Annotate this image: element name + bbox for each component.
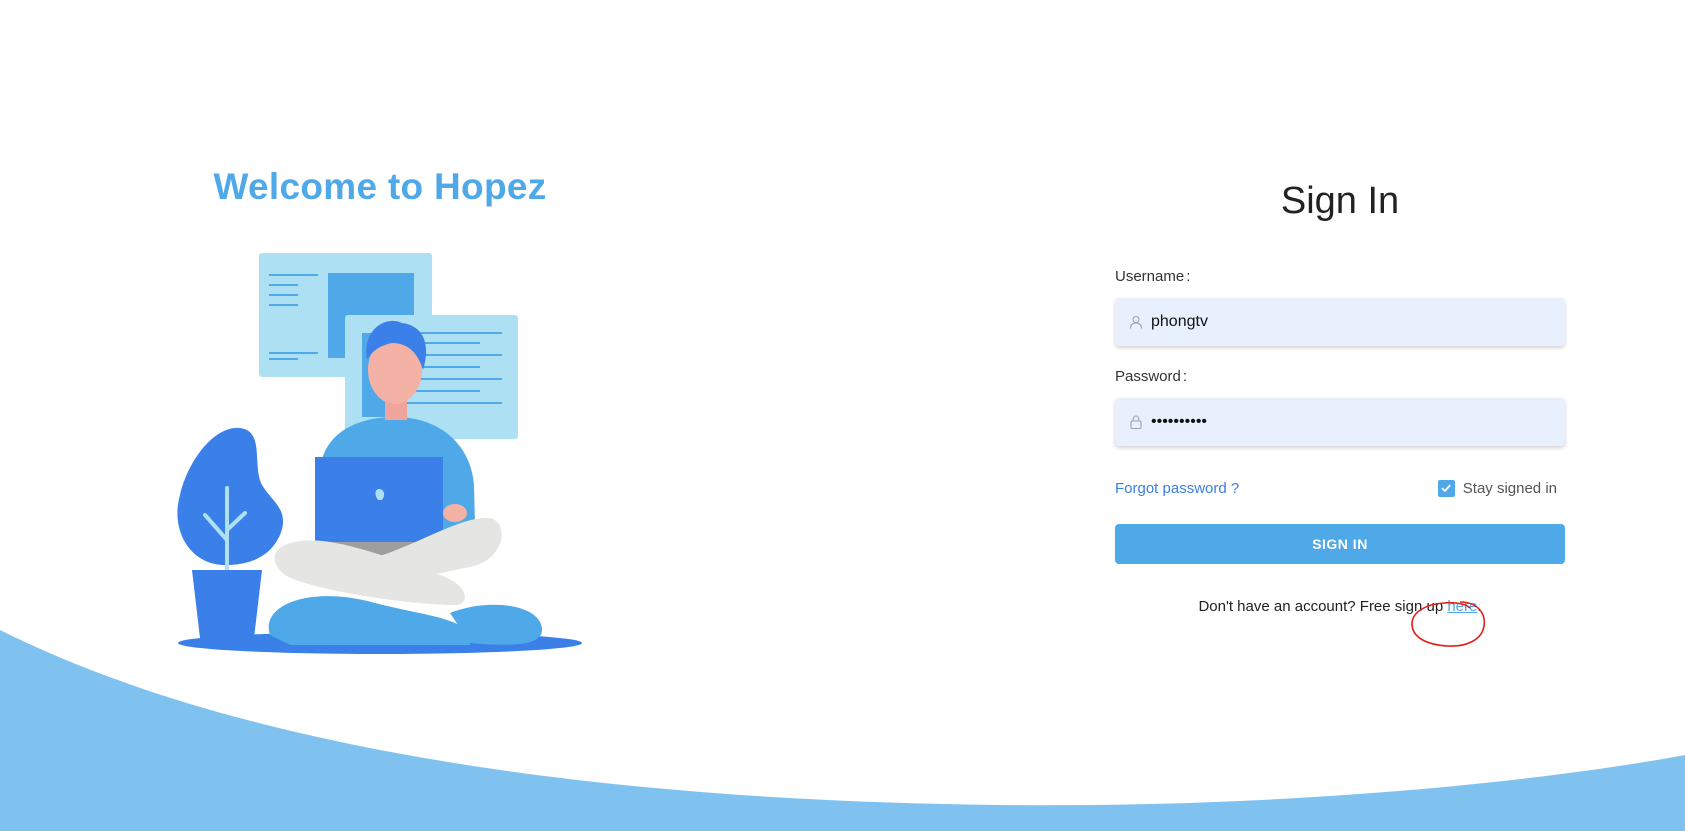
login-page: Welcome to Hopez Sign In Username: phon… bbox=[0, 0, 1685, 831]
stay-signed-in-label: Stay signed in bbox=[1462, 479, 1557, 497]
stay-signed-in-checkbox[interactable] bbox=[1437, 479, 1455, 497]
username-label: Username: bbox=[1115, 268, 1565, 286]
forgot-password-link[interactable]: Forgot password ? bbox=[1115, 480, 1239, 497]
password-label-colon: : bbox=[1182, 368, 1188, 385]
signin-panel: Sign In Username: Password: •••••••••• F… bbox=[1115, 180, 1565, 615]
username-label-colon: : bbox=[1186, 268, 1191, 285]
username-label-text: Username bbox=[1115, 268, 1185, 285]
lock-icon bbox=[1129, 415, 1143, 429]
signup-prompt: Don't have an account? Free sign up here… bbox=[1115, 598, 1565, 615]
red-annotation-circle bbox=[1411, 601, 1486, 647]
username-input[interactable] bbox=[1151, 313, 1531, 331]
stay-signed-in[interactable]: Stay signed in bbox=[1437, 479, 1557, 497]
welcome-heading: Welcome to Hopez bbox=[213, 166, 547, 207]
options-row: Forgot password ? Stay signed in bbox=[1115, 476, 1565, 500]
password-input[interactable]: •••••••••• bbox=[1151, 413, 1531, 431]
username-field[interactable] bbox=[1115, 298, 1565, 346]
password-label: Password: bbox=[1115, 368, 1565, 386]
password-field[interactable]: •••••••••• bbox=[1115, 398, 1565, 446]
user-icon bbox=[1129, 315, 1143, 329]
person-laptop-illustration bbox=[177, 253, 582, 654]
check-icon bbox=[1441, 484, 1452, 493]
signin-title: Sign In bbox=[1280, 180, 1400, 222]
signin-button[interactable]: SIGN IN bbox=[1115, 524, 1565, 564]
password-label-text: Password bbox=[1115, 368, 1181, 385]
